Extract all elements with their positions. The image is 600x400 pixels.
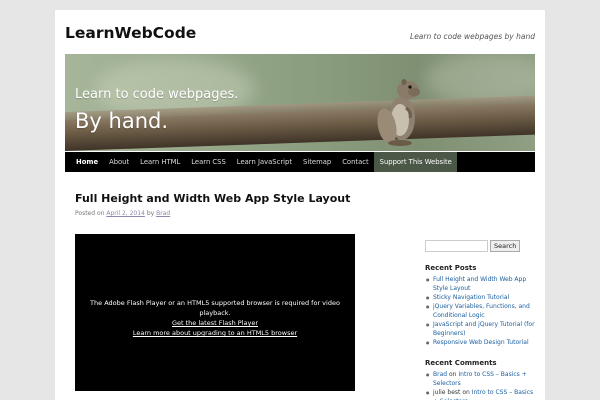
search-button[interactable]: Search bbox=[490, 240, 521, 252]
nav-item-learn-html[interactable]: Learn HTML bbox=[135, 152, 186, 172]
comment-on-label: on bbox=[462, 389, 470, 396]
comment-author: julie best bbox=[433, 389, 461, 396]
header-banner: Learn to code webpages. By hand. bbox=[65, 54, 535, 151]
banner-line-1: Learn to code webpages. bbox=[75, 87, 239, 102]
site-description: Learn to code webpages by hand bbox=[410, 32, 535, 41]
recent-posts-title: Recent Posts bbox=[425, 264, 477, 272]
by-label: by bbox=[146, 210, 155, 217]
nav-item-about[interactable]: About bbox=[104, 152, 135, 172]
video-fallback: The Adobe Flash Player or an HTML5 suppo… bbox=[75, 298, 355, 338]
post-header: Full Height and Width Web App Style Layo… bbox=[75, 192, 355, 217]
main-nav: Home About Learn HTML Learn CSS Learn Ja… bbox=[65, 152, 535, 172]
recent-post-link[interactable]: Sticky Navigation Tutorial bbox=[425, 293, 540, 302]
html5-upgrade-link[interactable]: Learn more about upgrading to an HTML5 b… bbox=[75, 328, 355, 338]
recent-comment: julie best on Intro to CSS – Basics + Se… bbox=[425, 388, 540, 400]
comment-on-label: on bbox=[449, 371, 457, 378]
post-author-link[interactable]: Brad bbox=[156, 210, 170, 217]
post-title[interactable]: Full Height and Width Web App Style Layo… bbox=[75, 192, 355, 205]
page-container: LearnWebCode Learn to code webpages by h… bbox=[55, 10, 545, 400]
posted-on-label: Posted on bbox=[75, 210, 105, 217]
recent-post-link[interactable]: Responsive Web Design Tutorial bbox=[425, 338, 540, 347]
comment-author-link[interactable]: Brad bbox=[433, 371, 447, 378]
post-date-link[interactable]: April 2, 2014 bbox=[106, 210, 145, 217]
nav-item-support[interactable]: Support This Website bbox=[374, 152, 458, 172]
flash-player-link[interactable]: Get the latest Flash Player bbox=[75, 318, 355, 328]
squirrel-image bbox=[377, 79, 420, 146]
recent-post-link[interactable]: Full Height and Width Web App Style Layo… bbox=[425, 275, 540, 293]
recent-comment: Brad on Intro to CSS – Basics + Selector… bbox=[425, 370, 540, 388]
recent-comments-title: Recent Comments bbox=[425, 359, 497, 367]
recent-post-link[interactable]: JavaScript and jQuery Tutorial (for Begi… bbox=[425, 320, 540, 338]
nav-item-home[interactable]: Home bbox=[65, 152, 104, 172]
nav-item-sitemap[interactable]: Sitemap bbox=[298, 152, 337, 172]
recent-posts-list: Full Height and Width Web App Style Layo… bbox=[425, 275, 540, 347]
nav-item-learn-css[interactable]: Learn CSS bbox=[186, 152, 232, 172]
comment-post-link[interactable]: Intro to CSS – Basics + Selectors bbox=[433, 371, 527, 387]
banner-line-2: By hand. bbox=[75, 109, 169, 133]
search-form: Search bbox=[425, 240, 540, 252]
post-meta: Posted on April 2, 2014 by Brad bbox=[75, 210, 355, 217]
nav-item-learn-javascript[interactable]: Learn JavaScript bbox=[231, 152, 297, 172]
site-title[interactable]: LearnWebCode bbox=[65, 24, 196, 42]
video-player[interactable]: The Adobe Flash Player or an HTML5 suppo… bbox=[75, 234, 355, 391]
search-input[interactable] bbox=[425, 240, 488, 252]
recent-post-link[interactable]: jQuery Variables, Functions, and Conditi… bbox=[425, 302, 540, 320]
nav-item-contact[interactable]: Contact bbox=[337, 152, 374, 172]
sidebar: Search Recent Posts Full Height and Widt… bbox=[425, 240, 540, 400]
video-fallback-message: The Adobe Flash Player or an HTML5 suppo… bbox=[90, 299, 340, 317]
recent-comments-list: Brad on Intro to CSS – Basics + Selector… bbox=[425, 370, 540, 400]
